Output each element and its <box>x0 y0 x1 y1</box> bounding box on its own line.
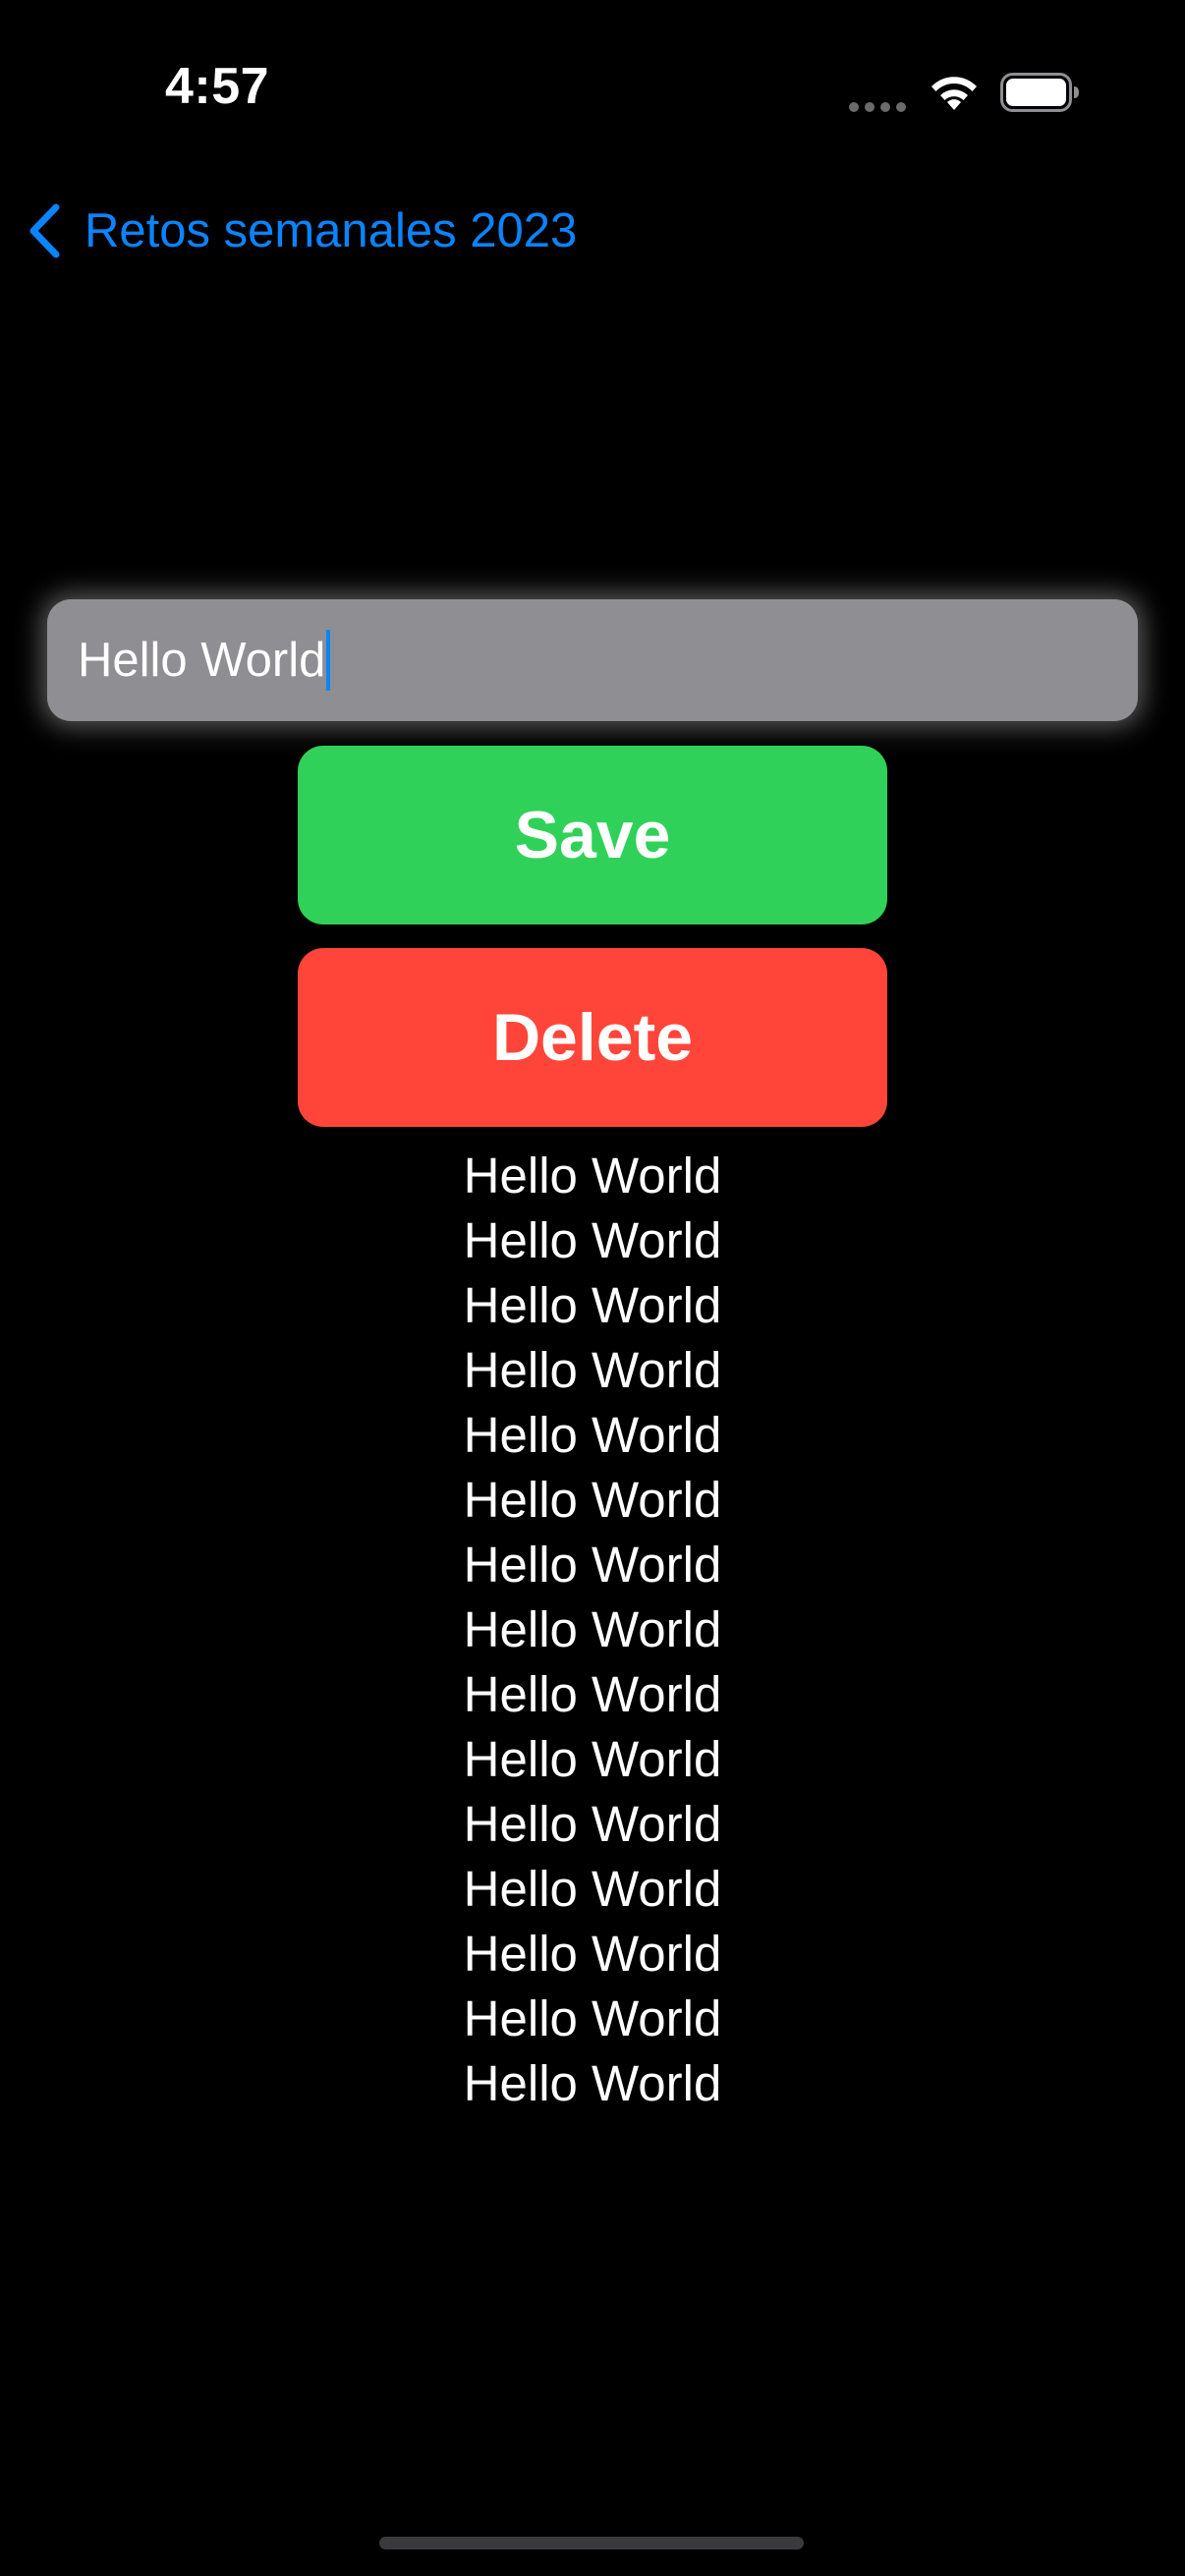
list-item: Hello World <box>463 2055 722 2111</box>
list-item: Hello World <box>463 1277 722 1333</box>
cellular-signal-icon <box>849 102 908 112</box>
text-cursor <box>326 630 331 691</box>
status-time: 4:57 <box>165 58 270 115</box>
text-input-value: Hello World <box>78 634 326 687</box>
chevron-left-icon <box>26 202 63 259</box>
back-button-label: Retos semanales 2023 <box>85 204 578 257</box>
list-item: Hello World <box>463 1731 722 1787</box>
list-item: Hello World <box>463 1342 722 1398</box>
list-item: Hello World <box>463 1990 722 2046</box>
list-item: Hello World <box>463 1212 722 1268</box>
battery-icon <box>1000 73 1081 112</box>
item-list: Hello World Hello World Hello World Hell… <box>0 1144 1185 2116</box>
list-item: Hello World <box>463 1472 722 1528</box>
delete-button[interactable]: Delete <box>298 948 887 1127</box>
list-item: Hello World <box>463 1148 722 1204</box>
back-button[interactable]: Retos semanales 2023 <box>26 196 577 265</box>
list-item: Hello World <box>463 1861 722 1917</box>
list-item: Hello World <box>463 1666 722 1722</box>
list-item: Hello World <box>463 1407 722 1463</box>
list-item: Hello World <box>463 1926 722 1982</box>
text-input[interactable]: Hello World <box>47 599 1138 721</box>
home-indicator[interactable] <box>379 2537 804 2549</box>
wifi-icon <box>928 73 981 112</box>
save-button[interactable]: Save <box>298 746 887 924</box>
list-item: Hello World <box>463 1601 722 1657</box>
list-item: Hello World <box>463 1796 722 1852</box>
list-item: Hello World <box>463 1537 722 1593</box>
app-screen: 4:57 Retos semanales 2023 Hello World Sa… <box>0 0 1185 2576</box>
